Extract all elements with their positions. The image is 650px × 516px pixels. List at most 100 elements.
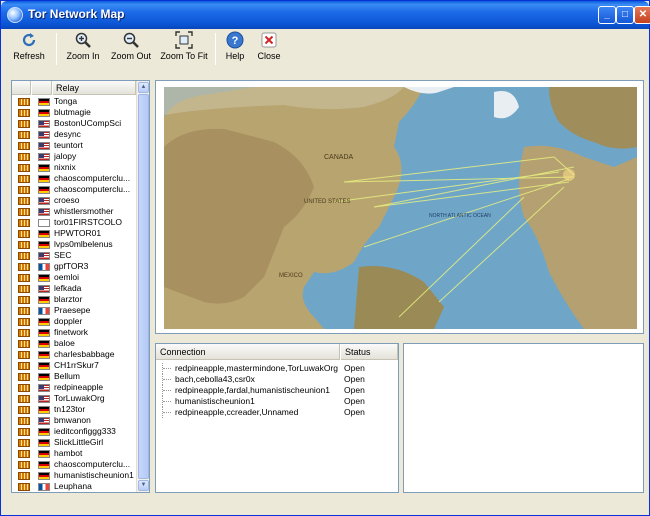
network-map[interactable]: CANADA UNITED STATES NORTH ATLANTIC OCEA… [155,80,644,334]
scroll-thumb[interactable] [138,94,149,479]
country-flag-icon [38,186,50,194]
relay-row[interactable]: finetwork [12,327,136,338]
relay-row[interactable]: redpineapple [12,382,136,393]
relay-name: nixnix [54,162,76,172]
scroll-up-arrow-icon[interactable]: ▲ [138,82,149,93]
relay-name: humanistischeunion1 [54,470,134,480]
relay-row[interactable]: tn123tor [12,404,136,415]
relay-row[interactable]: nixnix [12,162,136,173]
bandwidth-icon [18,263,30,271]
relay-column-header[interactable]: Relay [53,81,136,95]
relay-list-scrollbar[interactable]: ▲ ▼ [136,81,149,492]
relay-cluster-europe[interactable] [563,169,575,181]
help-button[interactable]: ? Help [220,30,250,68]
bandwidth-icon [18,241,30,249]
relay-row[interactable]: whistlersmother [12,206,136,217]
close-window-button[interactable]: ✕ [634,6,650,24]
bandwidth-icon [18,362,30,370]
country-flag-icon [38,318,50,326]
connection-row[interactable]: bach,cebolla43,csr0x Open [156,374,398,385]
relay-row[interactable]: blarztor [12,294,136,305]
relay-row[interactable]: doppler [12,316,136,327]
relay-row[interactable]: SlickLittleGirl [12,437,136,448]
relay-name: chaoscomputerclu... [54,459,131,469]
bandwidth-icon [18,483,30,491]
relay-row[interactable]: humanistischeunion1 [12,470,136,481]
relay-row[interactable]: baloe [12,338,136,349]
scroll-down-arrow-icon[interactable]: ▼ [138,480,149,491]
relay-row[interactable]: Bellum [12,371,136,382]
relay-row[interactable]: teuntort [12,140,136,151]
zoom-in-button[interactable]: Zoom In [62,30,104,68]
relay-row[interactable]: Leuphana [12,481,136,492]
maximize-button[interactable]: □ [616,6,634,24]
country-flag-icon [38,351,50,359]
bandwidth-column-header[interactable] [12,81,31,95]
relay-name: tn123tor [54,404,86,414]
country-column-header[interactable] [32,81,52,95]
refresh-button[interactable]: Refresh [8,30,50,68]
relay-row[interactable]: jalopy [12,151,136,162]
bandwidth-icon [18,318,30,326]
relay-row[interactable]: Tonga [12,96,136,107]
relay-row[interactable]: Praesepe [12,305,136,316]
relay-row[interactable]: oemloi [12,272,136,283]
connection-row[interactable]: redpineapple,fardal,humanistischeunion1 O… [156,385,398,396]
status-column-header[interactable]: Status [341,344,398,360]
circuit-status: Open [344,407,365,417]
country-flag-icon [38,98,50,106]
close-button[interactable]: Close [254,30,284,68]
relay-row[interactable]: bmwanon [12,415,136,426]
relay-row[interactable]: hambot [12,448,136,459]
relay-row[interactable]: lvps0mlbelenus [12,239,136,250]
relay-row[interactable]: chaoscomputerclu... [12,459,136,470]
relay-row[interactable]: BostonUCompSci [12,118,136,129]
country-flag-icon [38,296,50,304]
connection-row[interactable]: redpineapple,ccreader,Unnamed Open [156,407,398,418]
country-flag-icon [38,450,50,458]
minimize-button[interactable]: _ [598,6,616,24]
bandwidth-icon [18,230,30,238]
circuit-path: redpineapple,mastermindone,TorLuwakOrg [175,363,339,373]
relay-row[interactable]: chaoscomputerclu... [12,173,136,184]
relay-name: Praesepe [54,305,91,315]
country-flag-icon [38,329,50,337]
bandwidth-icon [18,329,30,337]
relay-name: HPWTOR01 [54,228,102,238]
relay-row[interactable]: blutmagie [12,107,136,118]
country-flag-icon [38,252,50,260]
connection-column-header[interactable]: Connection [156,344,340,360]
relay-row[interactable]: tor01FIRSTCOLO [12,217,136,228]
relay-name: finetwork [54,327,89,337]
relay-row[interactable]: SEC [12,250,136,261]
relay-row[interactable]: croeso [12,195,136,206]
tree-branch-icon [162,363,172,374]
bandwidth-icon [18,120,30,128]
zoom-out-icon [123,32,139,48]
map-label-mexico: MEXICO [279,273,303,279]
relay-row[interactable]: gpfTOR3 [12,261,136,272]
relay-name: SlickLittleGirl [54,437,104,447]
country-flag-icon [38,439,50,447]
relay-row[interactable]: charlesbabbage [12,349,136,360]
relay-row[interactable]: HPWTOR01 [12,228,136,239]
zoom-out-button[interactable]: Zoom Out [108,30,154,68]
relay-name: baloe [54,338,75,348]
relay-row[interactable]: ieditconfiggg333 [12,426,136,437]
relay-row[interactable]: desync [12,129,136,140]
world-map-image[interactable]: CANADA UNITED STATES NORTH ATLANTIC OCEA… [164,87,637,329]
close-label: Close [257,51,281,61]
relay-name: blarztor [54,294,83,304]
relay-row[interactable]: TorLuwakOrg [12,393,136,404]
relay-name: hambot [54,448,83,458]
title-bar[interactable]: Tor Network Map _ □ ✕ [1,1,650,29]
relay-row[interactable]: CH1rrSkur7 [12,360,136,371]
zoom-to-fit-button[interactable]: Zoom To Fit [159,30,209,68]
circuit-status: Open [344,385,365,395]
relay-name: tor01FIRSTCOLO [54,217,123,227]
connection-row[interactable]: redpineapple,mastermindone,TorLuwakOrg Op… [156,363,398,374]
relay-row[interactable]: lefkada [12,283,136,294]
bandwidth-icon [18,197,30,205]
connection-row[interactable]: humanistischeunion1 Open [156,396,398,407]
relay-row[interactable]: chaoscomputerclu... [12,184,136,195]
